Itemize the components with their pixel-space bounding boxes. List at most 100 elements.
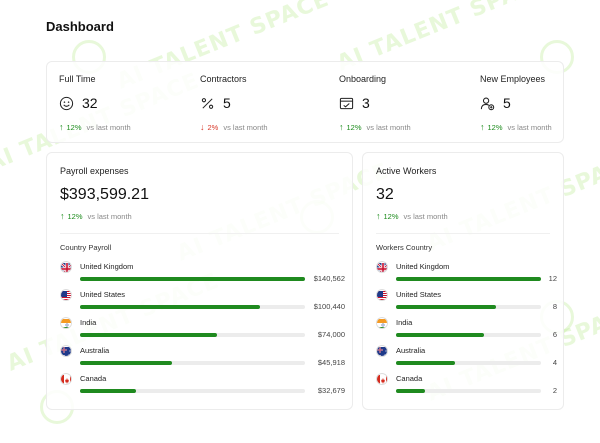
progress-fill — [80, 333, 218, 337]
progress-fill — [80, 277, 305, 281]
country-name: United Kingdom — [396, 262, 450, 271]
uk-flag-icon — [376, 261, 388, 273]
trend-indicator: ↑ 12% vs last month — [376, 211, 448, 221]
smile-icon — [59, 96, 74, 110]
trend-text: vs last month — [87, 211, 132, 221]
trend-percent: 12% — [346, 122, 362, 132]
progress-fill — [80, 389, 137, 393]
country-row[interactable]: Canada 2 — [376, 373, 581, 397]
country-row[interactable]: Australia 4 — [376, 345, 581, 369]
country-value: $100,440 — [313, 302, 345, 311]
divider — [60, 233, 339, 234]
country-value: $32,679 — [317, 386, 345, 395]
summary-stats-card: Full Time 32 ↑ 12% vs last month Contrac… — [46, 61, 564, 143]
country-name: United Kingdom — [80, 262, 134, 271]
page-title: Dashboard — [46, 19, 114, 34]
progress-fill — [396, 389, 425, 393]
australia-flag-icon — [376, 345, 388, 357]
india-flag-icon — [60, 317, 72, 329]
country-name: India — [80, 318, 97, 327]
window-icon — [339, 97, 354, 109]
trend-text: vs last month — [366, 122, 411, 132]
trend-percent: 12% — [383, 211, 399, 221]
stat-onboarding[interactable]: Onboarding 3 ↑ 12% vs last month — [339, 74, 411, 132]
arrow-up-icon: ↑ — [59, 122, 64, 132]
progress-track — [396, 389, 541, 393]
progress-track — [80, 361, 305, 365]
country-name: United States — [396, 290, 442, 299]
country-row[interactable]: United States 8 — [376, 289, 581, 313]
active-workers-card: Active Workers 32 ↑ 12% vs last month Wo… — [362, 152, 564, 410]
stat-value: 3 — [362, 95, 370, 111]
country-value: 2 — [552, 386, 557, 395]
divider — [376, 233, 550, 234]
stat-full-time[interactable]: Full Time 32 ↑ 12% vs last month — [59, 74, 131, 132]
progress-track — [80, 305, 305, 309]
arrow-down-icon: ↓ — [200, 122, 205, 132]
trend-indicator: ↑ 12% vs last month — [480, 122, 552, 132]
section-label: Country Payroll — [60, 243, 112, 252]
country-name: Canada — [396, 374, 423, 383]
trend-indicator: ↓ 2% vs last month — [200, 122, 268, 132]
australia-flag-icon — [60, 345, 72, 357]
stat-value: 32 — [82, 95, 98, 111]
country-name: United States — [80, 290, 126, 299]
canada-flag-icon — [60, 373, 72, 385]
progress-fill — [80, 361, 173, 365]
country-value: 12 — [548, 274, 557, 283]
country-row[interactable]: Canada $32,679 — [60, 373, 345, 397]
progress-fill — [396, 305, 497, 309]
stat-label: Onboarding — [339, 74, 387, 84]
india-flag-icon — [376, 317, 388, 329]
country-value: $140,562 — [313, 274, 345, 283]
progress-fill — [396, 333, 485, 337]
progress-track — [396, 361, 541, 365]
country-value: 8 — [552, 302, 557, 311]
stat-value: 5 — [223, 95, 231, 111]
active-workers-total: 32 — [376, 186, 394, 203]
payroll-total: $393,599.21 — [60, 186, 149, 203]
progress-track — [80, 277, 305, 281]
trend-text: vs last month — [223, 122, 268, 132]
trend-indicator: ↑ 12% vs last month — [339, 122, 411, 132]
stat-label: Full Time — [59, 74, 96, 84]
stat-label: New Employees — [480, 74, 546, 84]
progress-track — [80, 333, 305, 337]
progress-track — [396, 333, 541, 337]
stat-new-employees[interactable]: New Employees 5 ↑ 12% vs last month — [480, 74, 552, 132]
card-title: Active Workers — [376, 166, 437, 176]
progress-fill — [80, 305, 260, 309]
progress-fill — [396, 277, 541, 281]
payroll-expenses-card: Payroll expenses $393,599.21 ↑ 12% vs la… — [46, 152, 353, 410]
country-value: $45,918 — [317, 358, 345, 367]
country-row[interactable]: India 6 — [376, 317, 581, 341]
progress-track — [396, 305, 541, 309]
canada-flag-icon — [376, 373, 388, 385]
country-row[interactable]: India $74,000 — [60, 317, 345, 341]
country-row[interactable]: United Kingdom 12 — [376, 261, 581, 285]
arrow-up-icon: ↑ — [339, 122, 344, 132]
country-name: Australia — [80, 346, 110, 355]
percent-icon — [201, 97, 214, 109]
trend-text: vs last month — [507, 122, 552, 132]
country-value: 6 — [552, 330, 557, 339]
stat-contractors[interactable]: Contractors 5 ↓ 2% vs last month — [200, 74, 268, 132]
country-row[interactable]: United Kingdom $140,562 — [60, 261, 345, 285]
arrow-up-icon: ↑ — [480, 122, 485, 132]
progress-fill — [396, 361, 456, 365]
trend-text: vs last month — [86, 122, 131, 132]
country-name: India — [396, 318, 413, 327]
stat-value: 5 — [503, 95, 511, 111]
trend-text: vs last month — [403, 211, 448, 221]
trend-percent: 12% — [487, 122, 503, 132]
user-add-icon — [480, 97, 495, 110]
progress-track — [80, 389, 305, 393]
country-row[interactable]: United States $100,440 — [60, 289, 345, 313]
progress-track — [396, 277, 541, 281]
country-value: 4 — [552, 358, 557, 367]
trend-percent: 2% — [207, 122, 219, 132]
uk-flag-icon — [60, 261, 72, 273]
trend-percent: 12% — [66, 122, 82, 132]
arrow-up-icon: ↑ — [376, 211, 381, 221]
country-row[interactable]: Australia $45,918 — [60, 345, 345, 369]
